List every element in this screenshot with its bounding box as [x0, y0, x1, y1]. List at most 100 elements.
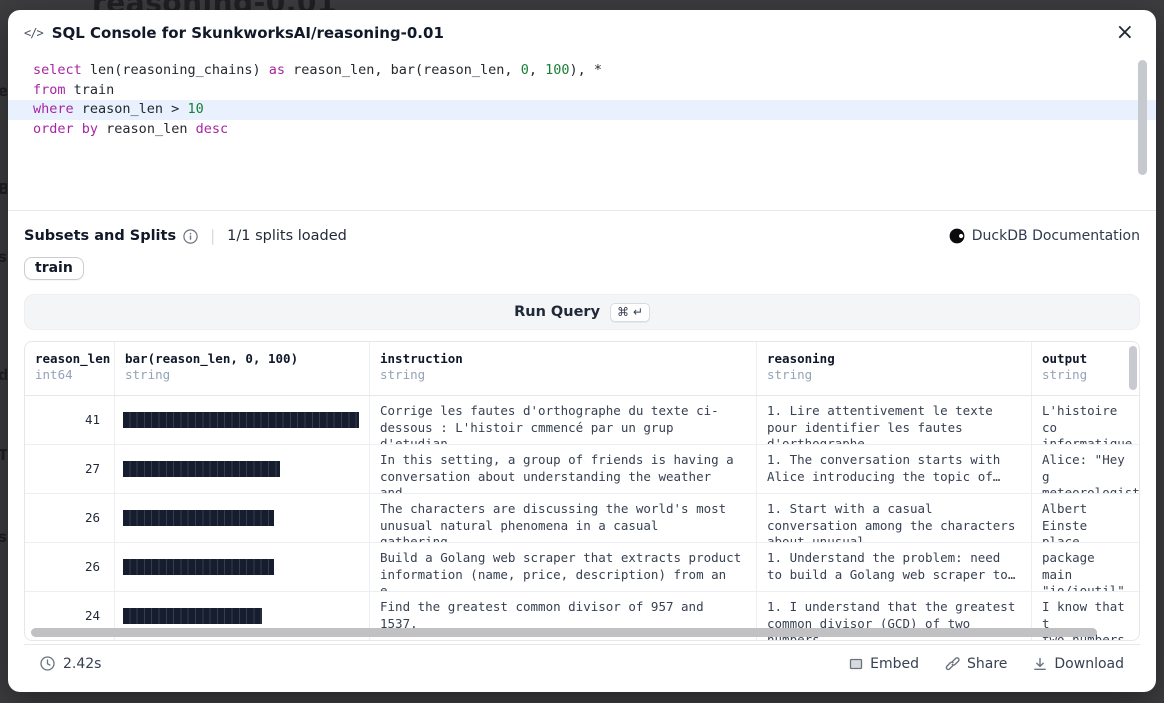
cell-instruction: Build a Golang web scraper that extracts… [369, 543, 756, 591]
sql-code-line: select len(reasoning_chains) as reason_l… [8, 61, 1156, 81]
sql-token: by [82, 121, 98, 137]
sql-token: reason_len [98, 121, 196, 137]
cell-bar [114, 396, 369, 444]
bar-glyph [123, 412, 359, 428]
sql-editor-lines: select len(reasoning_chains) as reason_l… [8, 61, 1156, 139]
cell-output: L'histoire co informatique [1031, 396, 1139, 444]
splits-loaded-status: 1/1 splits loaded [227, 228, 347, 244]
column-header-instruction: instructionstring [369, 342, 756, 395]
column-name: reasoning [767, 351, 1021, 366]
sql-code-line: order by reason_len desc [8, 120, 1156, 140]
sql-token: 10 [187, 101, 203, 117]
query-duration-value: 2.42s [63, 656, 101, 672]
footer-actions: Embed Share Download [849, 656, 1124, 672]
bar-glyph [123, 559, 274, 575]
sql-token: len(reasoning_chains) [82, 62, 269, 78]
download-button[interactable]: Download [1033, 656, 1124, 672]
duckdb-documentation-label: DuckDB Documentation [972, 228, 1140, 244]
sql-token: ), * [569, 62, 602, 78]
sql-token: train [66, 82, 115, 98]
sql-token: reason_len > [74, 101, 188, 117]
cell-reasoning: 1. The conversation starts with Alice in… [756, 445, 1031, 493]
cell-output: package main "io/ioutil" " [1031, 543, 1139, 591]
sql-token: reason_len, bar(reason_len, [285, 62, 521, 78]
bar-glyph [123, 608, 262, 624]
background-letter-fragment: s [0, 248, 7, 266]
table-row: 26 The characters are discussing the worl… [25, 494, 1139, 543]
column-type: string [1042, 367, 1129, 382]
sql-token: from [33, 82, 66, 98]
subsets-row: Subsets and Splits | 1/1 splits loaded D… [24, 225, 1140, 247]
sql-editor[interactable]: select len(reasoning_chains) as reason_l… [8, 56, 1156, 211]
background-letter-fragment: T [0, 446, 7, 464]
background-letter-fragment: d [0, 366, 7, 384]
cell-reasoning: 1. Understand the problem: need to build… [756, 543, 1031, 591]
keyboard-shortcut-badge: ⌘ ↵ [610, 303, 650, 322]
background-letter-fragment: s [0, 528, 7, 546]
editor-vertical-scrollbar[interactable] [1138, 60, 1147, 175]
cell-instruction: In this setting, a group of friends is h… [369, 445, 756, 493]
run-query-button[interactable]: Run Query ⌘ ↵ [24, 294, 1140, 330]
subsets-and-splits-label: Subsets and Splits [24, 228, 176, 244]
table-row: 26 Build a Golang web scraper that extrac… [25, 543, 1139, 592]
table-vertical-scrollbar[interactable] [1129, 346, 1137, 390]
column-type: string [767, 367, 1021, 382]
column-name: output [1042, 351, 1129, 366]
clock-icon [40, 656, 55, 671]
run-query-label: Run Query [514, 304, 600, 320]
sql-token: 0 [521, 62, 529, 78]
table-body: 41Corrige les fautes d'orthographe du te… [25, 396, 1139, 641]
link-icon [945, 656, 960, 671]
share-button[interactable]: Share [945, 656, 1007, 672]
sql-code-line: where reason_len > 10 [8, 100, 1156, 120]
embed-icon [849, 657, 863, 671]
download-icon [1033, 657, 1047, 671]
column-name: reason_len [35, 351, 104, 366]
split-chips: train [24, 257, 1140, 280]
bar-glyph [123, 510, 274, 526]
column-type: string [380, 367, 746, 382]
embed-button[interactable]: Embed [849, 656, 919, 672]
column-name: instruction [380, 351, 746, 366]
cell-reason-len: 27 [25, 445, 114, 493]
close-icon[interactable]: × [1112, 20, 1138, 46]
split-chip-train[interactable]: train [24, 257, 84, 280]
sql-code-line: from train [8, 81, 1156, 101]
sql-token [74, 121, 82, 137]
cell-output: Albert Einste place called [1031, 494, 1139, 542]
sql-console-dialog: </> SQL Console for SkunkworksAI/reasoni… [8, 10, 1156, 692]
sql-token: desc [196, 121, 229, 137]
table-horizontal-scrollbar[interactable] [31, 628, 1097, 637]
table-row: 27 In this setting, a group of friends is… [25, 445, 1139, 494]
console-body: Subsets and Splits | 1/1 splits loaded D… [8, 211, 1156, 692]
dialog-header: </> SQL Console for SkunkworksAI/reasoni… [8, 10, 1156, 56]
info-icon[interactable] [183, 229, 198, 244]
cell-instruction: The characters are discussing the world'… [369, 494, 756, 542]
cell-reason-len: 26 [25, 494, 114, 542]
duckdb-documentation-link[interactable]: DuckDB Documentation [949, 228, 1140, 244]
cell-bar [114, 445, 369, 493]
embed-label: Embed [870, 656, 919, 672]
column-header-bar-reason-len-0-100-: bar(reason_len, 0, 100)string [114, 342, 369, 395]
download-label: Download [1054, 656, 1124, 672]
cell-reason-len: 41 [25, 396, 114, 444]
background-letter-fragment: B [0, 180, 7, 198]
sql-token: select [33, 62, 82, 78]
divider: | [210, 227, 215, 245]
column-header-reason-len: reason_lenint64 [25, 342, 114, 395]
cell-reason-len: 26 [25, 543, 114, 591]
column-type: int64 [35, 367, 104, 382]
column-name: bar(reason_len, 0, 100) [125, 351, 359, 366]
dialog-footer: 2.42s Embed Share [24, 644, 1140, 682]
column-type: string [125, 367, 359, 382]
sql-token: as [269, 62, 285, 78]
bar-glyph [123, 461, 280, 477]
table-row: 41Corrige les fautes d'orthographe du te… [25, 396, 1139, 445]
results-table: reason_lenint64bar(reason_len, 0, 100)st… [24, 341, 1140, 641]
sql-token: , [529, 62, 545, 78]
query-duration: 2.42s [40, 656, 101, 672]
code-icon: </> [24, 26, 43, 40]
table-header-row: reason_lenint64bar(reason_len, 0, 100)st… [25, 342, 1139, 396]
cell-output: Alice: "Hey g meteorologist [1031, 445, 1139, 493]
cell-reasoning: 1. Lire attentivement le texte pour iden… [756, 396, 1031, 444]
